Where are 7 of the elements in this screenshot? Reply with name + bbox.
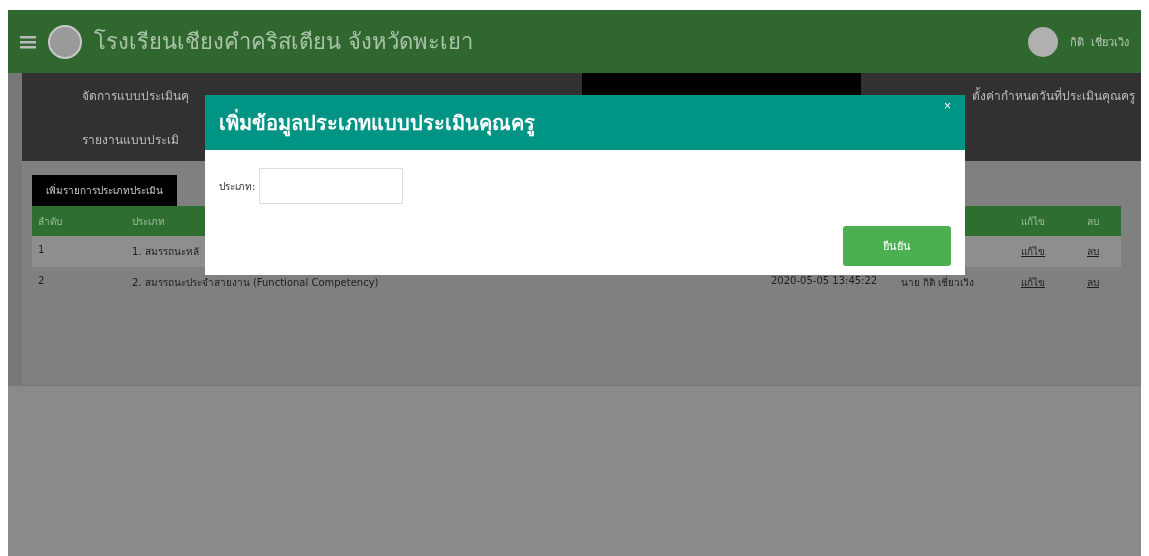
- column-header: ลำดับ: [32, 206, 126, 236]
- column-header: แก้ไข: [1015, 206, 1081, 236]
- table-cell: 1: [32, 236, 126, 267]
- column-header: ลบ: [1081, 206, 1121, 236]
- field-label: ประเภท:: [219, 179, 256, 194]
- school-title: โรงเรียนเชียงคำคริสเตียน จังหวัดพะเยา: [94, 28, 474, 56]
- modal-title: เพิ่มข้อมูลประเภทแบบประเมินคุณครู: [219, 108, 535, 139]
